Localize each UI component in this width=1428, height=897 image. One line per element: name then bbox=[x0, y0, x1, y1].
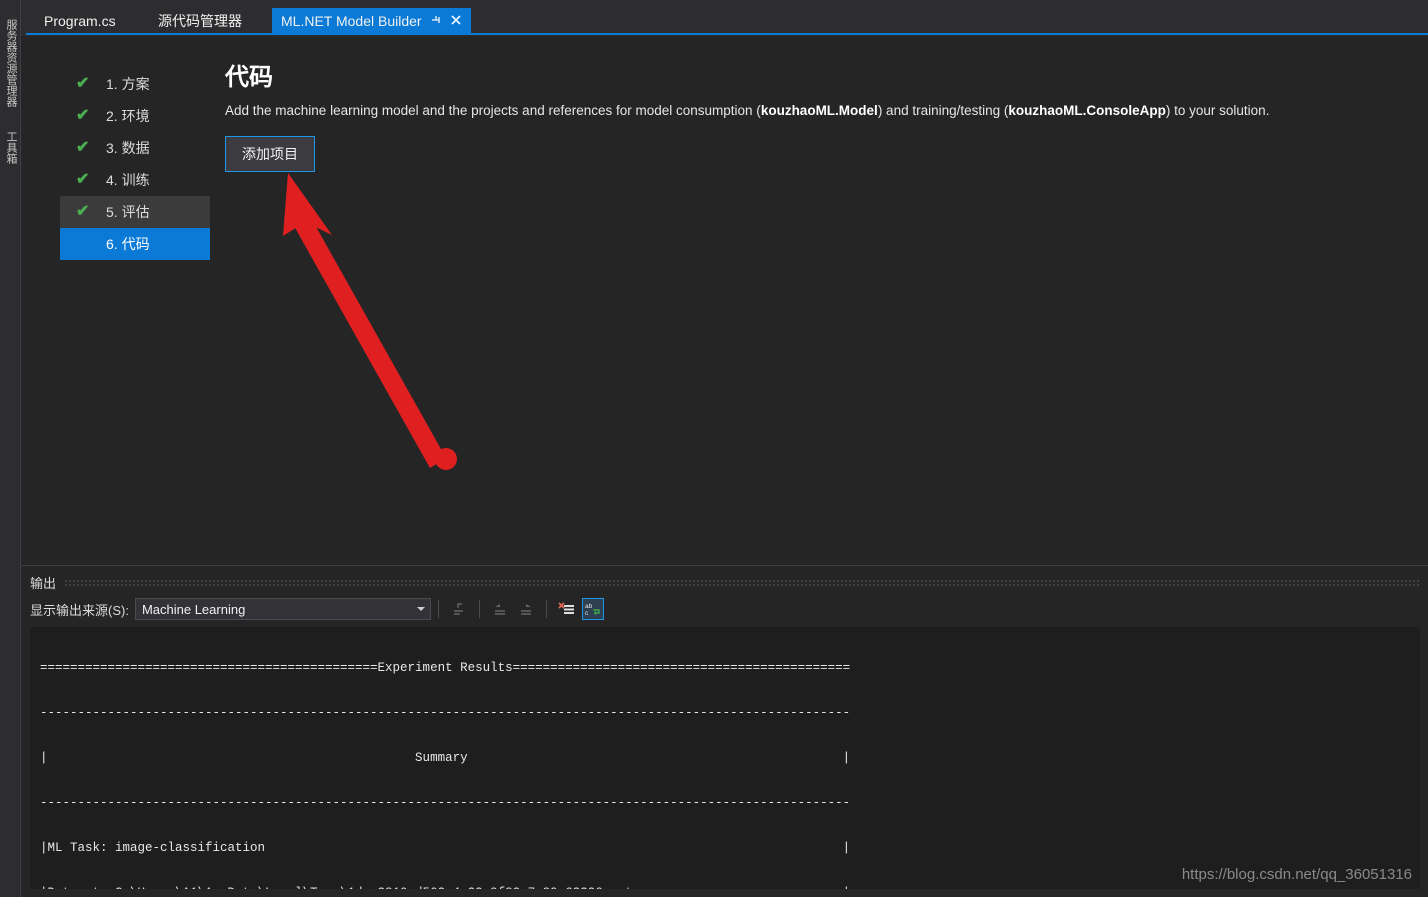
panel-description: Add the machine learning model and the p… bbox=[225, 102, 1412, 120]
output-source-select[interactable]: Machine Learning bbox=[134, 598, 431, 620]
toggle-word-wrap-icon[interactable]: ab c bbox=[581, 598, 604, 620]
toolbar-separator bbox=[545, 600, 547, 618]
console-line: |ML Task: image-classification | bbox=[40, 841, 851, 855]
clear-all-icon[interactable] bbox=[556, 598, 578, 620]
sidebar-item-environment[interactable]: ✔ 2. 环境 bbox=[60, 100, 210, 132]
go-to-previous-message-icon[interactable] bbox=[489, 598, 511, 620]
output-pane-caption: 输出 bbox=[30, 572, 1420, 592]
console-line: | Summary | bbox=[40, 751, 851, 765]
page-title: 代码 bbox=[225, 64, 273, 91]
dock-item-toolbox[interactable]: 工具箱 bbox=[0, 124, 21, 170]
console-line: |Dataset: C:\Users\A1\AppData\Local\Temp… bbox=[40, 886, 1420, 889]
check-icon: ✔ bbox=[76, 203, 90, 220]
output-title: 输出 bbox=[30, 575, 57, 591]
output-source-value: Machine Learning bbox=[141, 601, 246, 617]
pin-icon[interactable] bbox=[430, 14, 442, 28]
find-message-in-code-icon[interactable] bbox=[448, 598, 470, 620]
chevron-down-icon bbox=[416, 607, 425, 611]
desc-part-1: Add the machine learning model and the p… bbox=[225, 103, 761, 118]
tab-source-control-explorer[interactable]: 源代码管理器 bbox=[149, 8, 251, 34]
step-label: 4. 训练 bbox=[106, 172, 150, 188]
caption-grip bbox=[64, 578, 1420, 586]
check-icon: ✔ bbox=[76, 75, 90, 92]
sidebar-item-train[interactable]: ✔ 4. 训练 bbox=[60, 164, 210, 196]
sidebar-item-evaluate[interactable]: ✔ 5. 评估 bbox=[60, 196, 210, 228]
output-console[interactable]: ========================================… bbox=[30, 627, 1420, 889]
step-label: 3. 数据 bbox=[106, 140, 150, 156]
step-label: 2. 环境 bbox=[106, 108, 150, 124]
step-label: 1. 方案 bbox=[106, 76, 150, 92]
tab-label: Program.cs bbox=[44, 13, 116, 29]
sidebar-item-scenario[interactable]: ✔ 1. 方案 bbox=[60, 68, 210, 100]
tab-mlnet-model-builder[interactable]: ML.NET Model Builder bbox=[272, 8, 471, 34]
sidebar-item-data[interactable]: ✔ 3. 数据 bbox=[60, 132, 210, 164]
tab-label: 源代码管理器 bbox=[158, 13, 242, 29]
check-icon: ✔ bbox=[76, 139, 90, 156]
toolbar-separator bbox=[478, 600, 480, 618]
app-window: 服务器资源管理器 工具箱 Program.cs 源代码管理器 ML.NET Mo… bbox=[0, 0, 1428, 897]
model-builder-workspace: ✔ 1. 方案 ✔ 2. 环境 ✔ 3. 数据 ✔ 4. 训练 ✔ 5. 评估 … bbox=[22, 36, 1428, 566]
toolbar-separator bbox=[437, 600, 439, 618]
desc-part-3: ) and training/testing ( bbox=[877, 103, 1009, 118]
add-project-button[interactable]: 添加项目 bbox=[225, 136, 315, 172]
check-icon: ✔ bbox=[76, 171, 90, 188]
code-step-panel: 代码 Add the machine learning model and th… bbox=[225, 61, 1412, 172]
close-icon[interactable] bbox=[450, 14, 462, 28]
output-pane: 输出 显示输出来源(S): Machine Learning ab c ====… bbox=[22, 567, 1428, 897]
active-tab-underline bbox=[26, 33, 1428, 35]
desc-part-5: ) to your solution. bbox=[1165, 103, 1270, 118]
go-to-next-message-icon[interactable] bbox=[515, 598, 537, 620]
step-label: 6. 代码 bbox=[106, 236, 150, 252]
dock-item-server-explorer[interactable]: 服务器资源管理器 bbox=[0, 8, 21, 118]
wizard-step-list: ✔ 1. 方案 ✔ 2. 环境 ✔ 3. 数据 ✔ 4. 训练 ✔ 5. 评估 … bbox=[60, 68, 210, 260]
check-icon: ✔ bbox=[76, 107, 90, 124]
tab-program-cs[interactable]: Program.cs bbox=[35, 8, 125, 34]
step-label: 5. 评估 bbox=[106, 204, 150, 220]
tab-label: ML.NET Model Builder bbox=[281, 13, 422, 29]
output-toolbar: 显示输出来源(S): Machine Learning ab c bbox=[30, 595, 1420, 623]
output-source-label: 显示输出来源(S): bbox=[30, 602, 129, 618]
watermark-url: https://blog.csdn.net/qq_36051316 bbox=[1181, 866, 1412, 883]
desc-consoleapp-project-name: kouzhaoML.ConsoleApp bbox=[1008, 103, 1166, 118]
svg-text:ab: ab bbox=[585, 603, 593, 610]
console-line: ----------------------------------------… bbox=[40, 796, 851, 810]
desc-model-project-name: kouzhaoML.Model bbox=[760, 103, 878, 118]
console-line: ========================================… bbox=[40, 661, 851, 675]
svg-text:c: c bbox=[585, 610, 589, 617]
vertical-tool-dock: 服务器资源管理器 工具箱 bbox=[0, 0, 21, 897]
editor-tab-strip: Program.cs 源代码管理器 ML.NET Model Builder bbox=[21, 0, 1428, 36]
sidebar-item-code[interactable]: 6. 代码 bbox=[60, 228, 210, 260]
console-line: ----------------------------------------… bbox=[40, 706, 851, 720]
